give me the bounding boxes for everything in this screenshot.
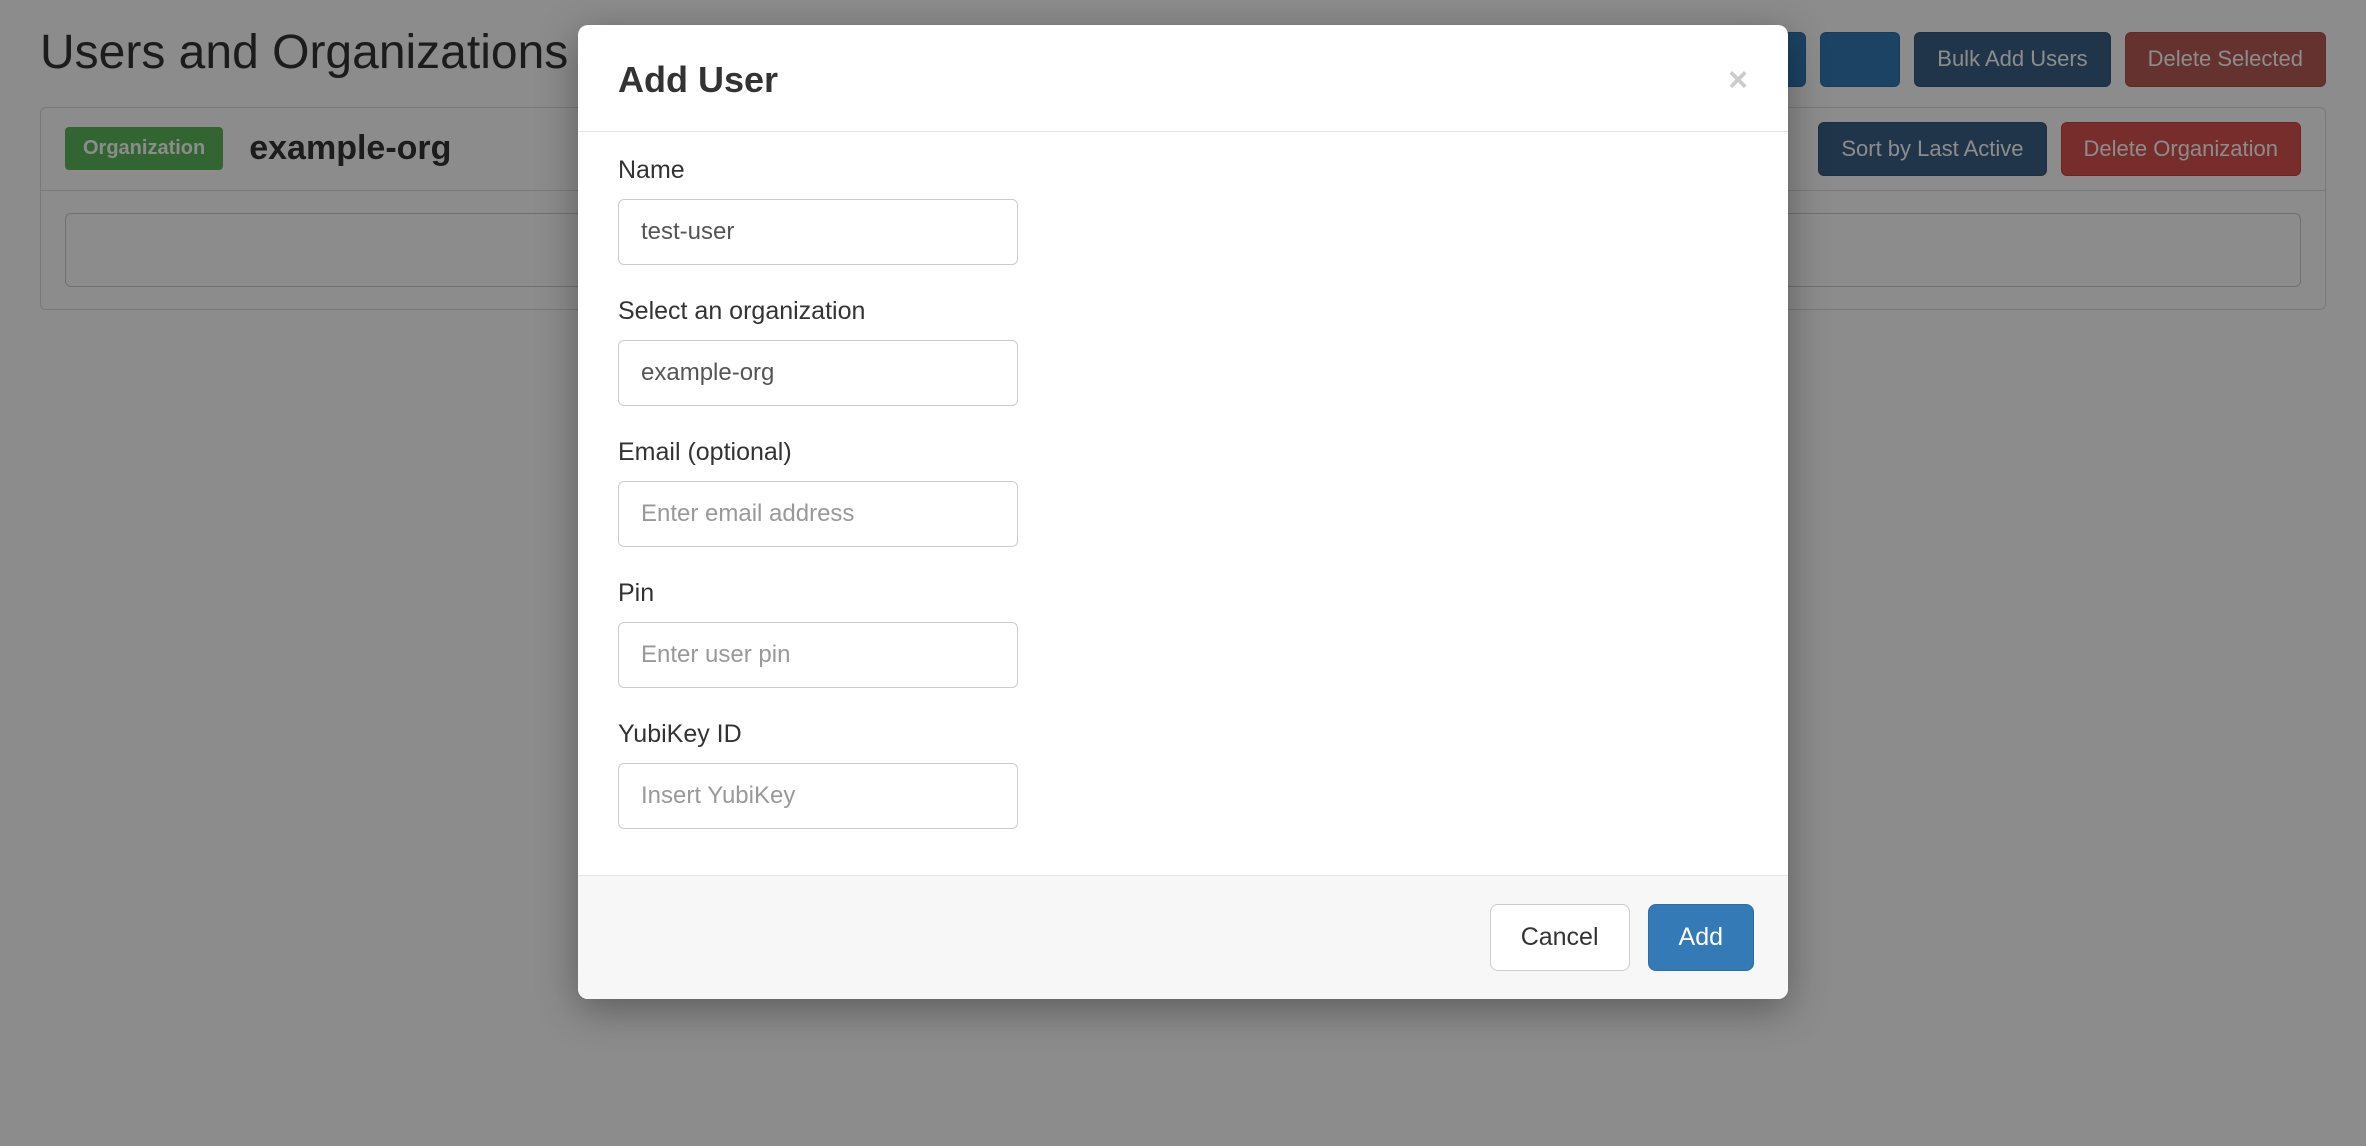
form-group-name: Name bbox=[618, 156, 1748, 265]
email-label: Email (optional) bbox=[618, 438, 1748, 467]
modal-title: Add User bbox=[618, 59, 778, 101]
close-icon[interactable]: × bbox=[1728, 63, 1748, 97]
form-group-pin: Pin bbox=[618, 579, 1748, 688]
organization-input[interactable] bbox=[618, 340, 1018, 406]
name-label: Name bbox=[618, 156, 1748, 185]
yubikey-input[interactable] bbox=[618, 763, 1018, 829]
form-group-organization: Select an organization bbox=[618, 297, 1748, 406]
add-button[interactable]: Add bbox=[1648, 904, 1754, 971]
organization-label: Select an organization bbox=[618, 297, 1748, 326]
add-user-modal: Add User × Name Select an organization E… bbox=[578, 25, 1788, 999]
modal-footer: Cancel Add bbox=[578, 875, 1788, 999]
email-input[interactable] bbox=[618, 481, 1018, 547]
name-input[interactable] bbox=[618, 199, 1018, 265]
pin-label: Pin bbox=[618, 579, 1748, 608]
modal-body: Name Select an organization Email (optio… bbox=[578, 132, 1788, 875]
yubikey-label: YubiKey ID bbox=[618, 720, 1748, 749]
form-group-yubikey: YubiKey ID bbox=[618, 720, 1748, 829]
form-group-email: Email (optional) bbox=[618, 438, 1748, 547]
cancel-button[interactable]: Cancel bbox=[1490, 904, 1630, 971]
modal-header: Add User × bbox=[578, 25, 1788, 132]
pin-input[interactable] bbox=[618, 622, 1018, 688]
